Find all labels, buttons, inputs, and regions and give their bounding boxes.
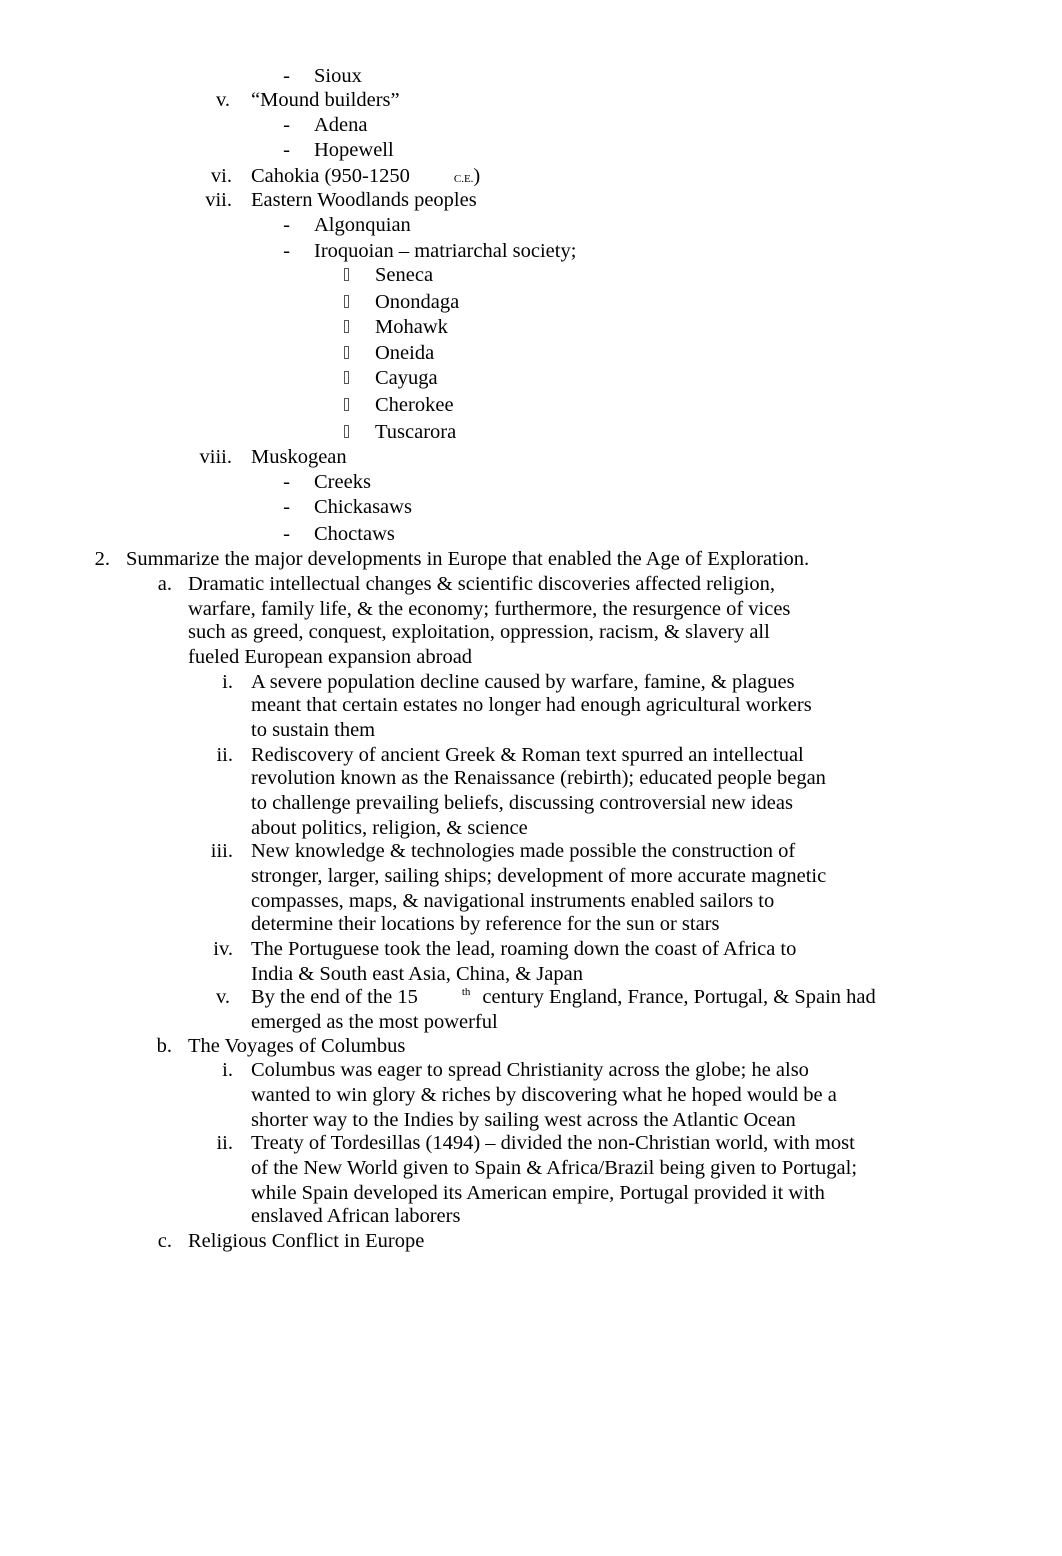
list-item-eastern-woodlands: Eastern Woodlands peoples xyxy=(251,189,477,211)
list-item-tuscarora: Tuscarora xyxy=(375,421,457,443)
subitem-line: to challenge prevailing beliefs, discuss… xyxy=(251,792,793,814)
list-item-algonquian: Algonquian xyxy=(314,214,411,236)
subitem-line: enslaved African laborers xyxy=(251,1205,461,1227)
subitem-line: determine their locations by reference f… xyxy=(251,913,720,935)
item-c-heading: Religious Conflict in Europe xyxy=(188,1230,425,1252)
dash-marker: - xyxy=(283,523,290,545)
dash-marker: - xyxy=(283,471,290,493)
roman-marker-v: v. xyxy=(215,89,230,111)
ce-abbreviation: C.E. xyxy=(453,173,474,185)
subitem-line: shorter way to the Indies by sailing wes… xyxy=(251,1109,796,1131)
list-item-creeks: Creeks xyxy=(314,471,371,493)
list-item-onondaga: Onondaga xyxy=(375,291,460,313)
roman-marker-iv: iv. xyxy=(213,938,233,960)
list-item-sioux: Sioux xyxy=(314,65,362,87)
missing-glyph-bullet-icon xyxy=(344,320,349,333)
item-a-line: such as greed, conquest, exploitation, o… xyxy=(188,621,770,643)
roman-marker-i: i. xyxy=(222,1059,233,1081)
dash-marker: - xyxy=(283,65,290,87)
question-heading: Summarize the major developments in Euro… xyxy=(126,548,810,570)
subitem-line: to sustain them xyxy=(251,719,376,741)
closing-paren: ) xyxy=(473,165,481,187)
subitem-line: Treaty of Tordesillas (1494) – divided t… xyxy=(251,1132,855,1154)
cahokia-text: Cahokia (950-1250 xyxy=(251,165,410,187)
list-item-cahokia: Cahokia (950-1250 C.E.) xyxy=(251,166,480,187)
text-after-superscript: century England, France, Portugal, & Spa… xyxy=(482,986,876,1008)
dash-marker: - xyxy=(283,139,290,161)
subitem-line: emerged as the most powerful xyxy=(251,1011,498,1033)
subitem-line: of the New World given to Spain & Africa… xyxy=(251,1157,858,1179)
subitem-line: compasses, maps, & navigational instrume… xyxy=(251,890,775,912)
subitem-line: The Portuguese took the lead, roaming do… xyxy=(251,938,797,960)
letter-marker-b: b. xyxy=(156,1035,172,1057)
missing-glyph-bullet-icon xyxy=(344,346,349,359)
letter-marker-c: c. xyxy=(157,1230,172,1252)
list-item-choctaws: Choctaws xyxy=(314,523,395,545)
text-before-superscript: By the end of the 15 xyxy=(251,986,418,1008)
roman-marker-iii: iii. xyxy=(210,840,233,862)
missing-glyph-bullet-icon xyxy=(344,268,349,281)
roman-marker-vii: vii. xyxy=(205,189,232,211)
dash-marker: - xyxy=(283,214,290,236)
subitem-line: By the end of the 15 th century England, F… xyxy=(251,987,876,1008)
subitem-line: Columbus was eager to spread Christianit… xyxy=(251,1059,809,1081)
subitem-line: Rediscovery of ancient Greek & Roman tex… xyxy=(251,744,804,766)
item-a-line: Dramatic intellectual changes & scientif… xyxy=(188,573,776,595)
list-item-chickasaws: Chickasaws xyxy=(314,496,412,518)
item-a-line: fueled European expansion abroad xyxy=(188,646,473,668)
missing-glyph-bullet-icon xyxy=(344,371,349,384)
item-b-heading: The Voyages of Columbus xyxy=(188,1035,406,1057)
ordinal-superscript: th xyxy=(461,986,471,998)
dash-marker: - xyxy=(283,496,290,518)
list-item-cherokee: Cherokee xyxy=(375,394,454,416)
subitem-line: A severe population decline caused by wa… xyxy=(251,671,795,693)
letter-marker-a: a. xyxy=(157,573,172,595)
roman-marker-v: v. xyxy=(215,986,230,1008)
list-item-mohawk: Mohawk xyxy=(375,316,448,338)
document-page: - Sioux v. “Mound builders” - Adena - Ho… xyxy=(0,0,1062,1556)
item-a-line: warfare, family life, & the economy; fur… xyxy=(188,598,791,620)
roman-marker-ii: ii. xyxy=(216,1132,233,1154)
subitem-line: while Spain developed its American empir… xyxy=(251,1182,825,1204)
dash-marker: - xyxy=(283,114,290,136)
subitem-line: India & South east Asia, China, & Japan xyxy=(251,963,583,985)
missing-glyph-bullet-icon xyxy=(344,295,349,308)
roman-marker-i: i. xyxy=(222,671,233,693)
missing-glyph-bullet-icon xyxy=(344,425,349,438)
subitem-line: wanted to win glory & riches by discover… xyxy=(251,1084,837,1106)
roman-marker-viii: viii. xyxy=(199,446,232,468)
list-item-mound-builders: “Mound builders” xyxy=(251,89,400,111)
roman-marker-vi: vi. xyxy=(210,165,232,187)
missing-glyph-bullet-icon xyxy=(344,398,349,411)
subitem-line: New knowledge & technologies made possib… xyxy=(251,840,796,862)
dash-marker: - xyxy=(283,240,290,262)
subitem-line: meant that certain estates no longer had… xyxy=(251,694,812,716)
list-item-iroquoian: Iroquoian – matriarchal society; xyxy=(314,240,577,262)
list-item-cayuga: Cayuga xyxy=(375,367,438,389)
list-item-muskogean: Muskogean xyxy=(251,446,347,468)
subitem-line: about politics, religion, & science xyxy=(251,817,528,839)
list-item-seneca: Seneca xyxy=(375,264,434,286)
subitem-line: stronger, larger, sailing ships; develop… xyxy=(251,865,827,887)
list-item-hopewell: Hopewell xyxy=(314,139,394,161)
list-item-oneida: Oneida xyxy=(375,342,435,364)
list-item-adena: Adena xyxy=(314,114,368,136)
roman-marker-ii: ii. xyxy=(216,744,233,766)
subitem-line: revolution known as the Renaissance (reb… xyxy=(251,767,826,789)
question-number: 2. xyxy=(94,548,110,570)
